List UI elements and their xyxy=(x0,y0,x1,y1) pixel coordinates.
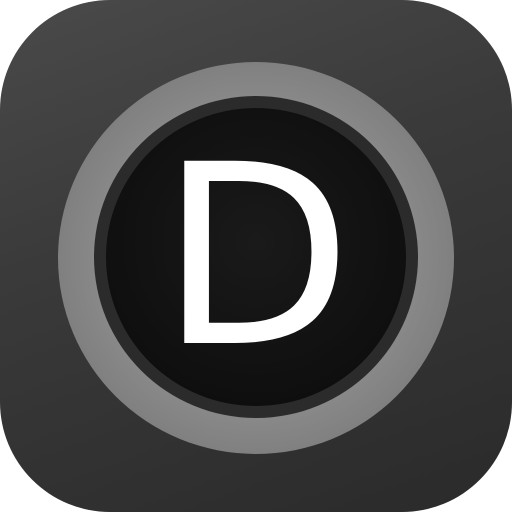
app-letter: D xyxy=(159,111,353,402)
app-icon[interactable]: D xyxy=(0,0,512,512)
